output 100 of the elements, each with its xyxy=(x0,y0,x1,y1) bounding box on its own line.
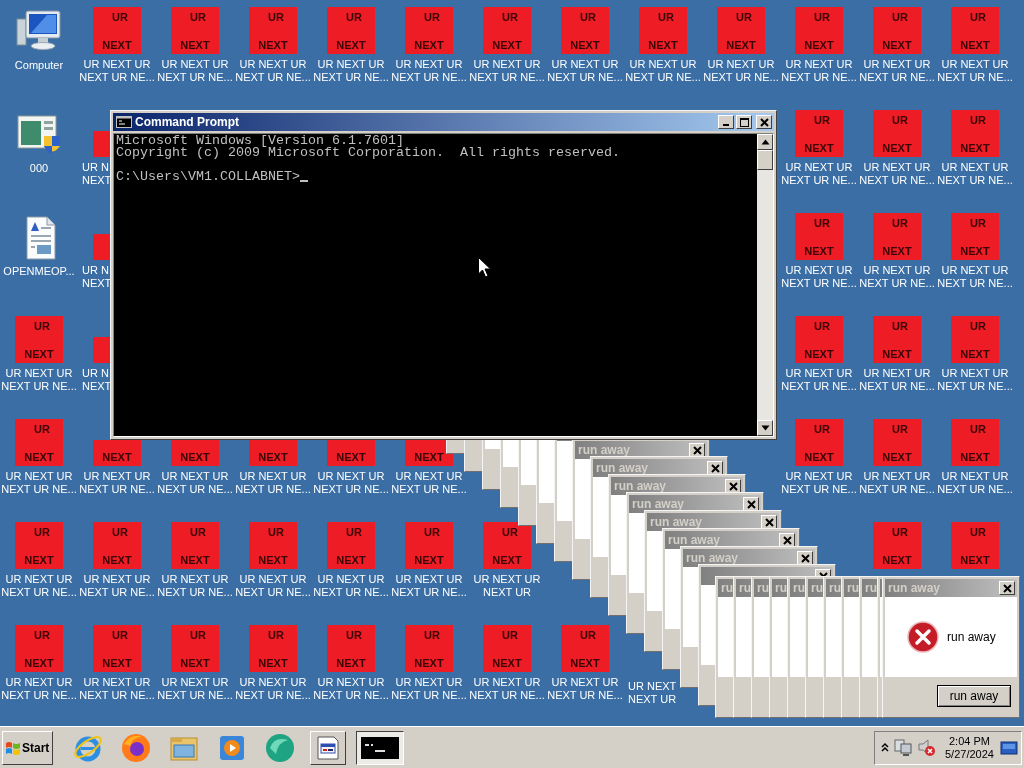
app-tile[interactable]: UR NEXT xyxy=(873,419,921,466)
icon-label[interactable]: UR NEXT UR NEXT UR NE... xyxy=(859,264,935,290)
app-tile[interactable]: UR NEXT xyxy=(639,7,687,54)
app-tile[interactable]: UR NEXT xyxy=(249,625,297,672)
close-button[interactable] xyxy=(743,497,759,511)
icon-label[interactable]: UR NEXT UR NEXT UR NE... xyxy=(391,58,467,84)
icon-label[interactable]: UR NEXT NEXT UR xyxy=(624,680,677,706)
app-tile[interactable]: UR NEXT xyxy=(171,625,219,672)
speaker-muted-icon[interactable] xyxy=(917,738,936,757)
icon-label[interactable]: UR NEXT UR NEXT UR NE... xyxy=(937,367,1013,393)
icon-label[interactable]: UR NEXT UR NEXT UR NE... xyxy=(313,573,389,599)
icon-label[interactable]: UR NEXT UR NEXT UR NE... xyxy=(1,573,77,599)
app-tile[interactable]: UR NEXT xyxy=(327,625,375,672)
icon-label[interactable]: 000 xyxy=(29,162,49,175)
app-tile[interactable]: UR NEXT xyxy=(327,522,375,569)
app-tile[interactable]: NEXT xyxy=(93,440,141,466)
start-button[interactable]: Start xyxy=(2,730,53,765)
app-tile[interactable]: UR NEXT xyxy=(873,110,921,157)
app-tile[interactable]: UR NEXT xyxy=(873,316,921,363)
icon-label[interactable]: UR NEXT UR NEXT UR NE... xyxy=(859,161,935,187)
icon-label[interactable]: UR NEXT UR NEXT UR NE... xyxy=(235,58,311,84)
app-tile[interactable]: UR NEXT xyxy=(717,7,765,54)
app-tile[interactable]: UR NEXT xyxy=(15,316,63,363)
icon-label[interactable]: UR NEXT UR NEXT UR NE... xyxy=(157,58,233,84)
app-tile[interactable]: UR NEXT xyxy=(951,7,999,54)
icon-label[interactable]: UR NEXT UR NEXT UR NE... xyxy=(469,676,545,702)
app-tile[interactable] xyxy=(93,131,110,157)
icon-label[interactable]: UR NEXT UR NEXT UR NE... xyxy=(547,676,623,702)
chevron-icon[interactable] xyxy=(881,742,889,753)
app-tile[interactable]: UR NEXT xyxy=(951,110,999,157)
app-tile[interactable]: UR NEXT xyxy=(93,625,141,672)
close-button[interactable] xyxy=(761,515,777,529)
icon-label[interactable]: UR NEXT UR NEXT UR NE... xyxy=(1,367,77,393)
app-tile[interactable]: NEXT xyxy=(327,440,375,466)
app-tile[interactable]: UR NEXT xyxy=(327,7,375,54)
app-tile[interactable] xyxy=(93,234,110,260)
app-tile[interactable]: UR NEXT xyxy=(171,7,219,54)
close-button[interactable] xyxy=(689,443,705,457)
icon-label[interactable]: UR NEXT UR NEXT UR NE... xyxy=(781,161,857,187)
icon-label[interactable]: UR NEXT UR NEXT UR NE... xyxy=(937,470,1013,496)
app-tile[interactable]: UR NEXT xyxy=(405,625,453,672)
dialog-button[interactable]: run away xyxy=(937,685,1011,707)
close-button[interactable] xyxy=(725,479,741,493)
scroll-up-button[interactable] xyxy=(757,134,773,150)
app-tile[interactable]: UR NEXT xyxy=(873,522,921,569)
app-tile[interactable]: UR NEXT xyxy=(93,7,141,54)
app-tile[interactable] xyxy=(93,337,110,363)
app-tile[interactable]: UR NEXT xyxy=(795,419,843,466)
icon-label[interactable]: UR NEXT UR NEXT UR NE... xyxy=(235,470,311,496)
icon-label[interactable]: UR NEXT UR NEXT UR NE... xyxy=(937,58,1013,84)
close-button[interactable] xyxy=(756,115,772,129)
scrollbar[interactable] xyxy=(757,134,773,436)
app-tile[interactable]: UR NEXT xyxy=(951,419,999,466)
app-tile[interactable]: UR NEXT xyxy=(873,213,921,260)
app-tile[interactable]: UR NEXT xyxy=(795,213,843,260)
icon-label[interactable]: UR N NEXT xyxy=(78,161,112,187)
icon-label[interactable]: UR NEXT UR NEXT UR NE... xyxy=(79,676,155,702)
app-tile[interactable]: UR NEXT xyxy=(795,7,843,54)
app-tile[interactable]: UR NEXT xyxy=(171,522,219,569)
icon-label[interactable]: UR NEXT UR NEXT UR NE... xyxy=(1,470,77,496)
app-tile[interactable]: UR NEXT xyxy=(249,7,297,54)
icon-label[interactable]: UR NEXT UR NEXT UR NE... xyxy=(391,470,467,496)
app-tile[interactable]: UR NEXT xyxy=(15,625,63,672)
icon-label[interactable]: UR NEXT UR NEXT UR xyxy=(473,573,541,599)
fox-globe-icon[interactable] xyxy=(120,731,152,764)
scroll-thumb[interactable] xyxy=(757,150,773,170)
clock-time[interactable]: 2:04 PM xyxy=(949,734,990,748)
app-tile[interactable]: UR NEXT xyxy=(561,625,609,672)
icon-label[interactable]: UR NEXT UR NEXT UR NE... xyxy=(859,367,935,393)
app-tile[interactable]: UR NEXT xyxy=(483,7,531,54)
icon-label[interactable]: UR NEXT UR NEXT UR NE... xyxy=(781,264,857,290)
clock-date[interactable]: 5/27/2024 xyxy=(945,747,994,761)
close-button[interactable] xyxy=(707,461,723,475)
close-button[interactable] xyxy=(999,581,1015,595)
app-tile[interactable]: NEXT xyxy=(405,440,453,466)
icon-label[interactable]: UR NEXT UR NEXT UR NE... xyxy=(313,470,389,496)
app-tile[interactable]: UR NEXT xyxy=(951,316,999,363)
icon-label[interactable]: UR NEXT UR NEXT UR NE... xyxy=(625,58,701,84)
icon-label[interactable]: UR NEXT UR NEXT UR NE... xyxy=(157,573,233,599)
icon-label[interactable]: UR N NEXT xyxy=(78,264,112,290)
show-desktop-icon[interactable] xyxy=(1000,739,1018,756)
icon-label[interactable]: Computer xyxy=(14,59,64,72)
taskbar-button[interactable] xyxy=(356,730,404,765)
icon-label[interactable]: UR NEXT UR NEXT UR NE... xyxy=(235,676,311,702)
icon-label[interactable]: UR NEXT UR NEXT UR NE... xyxy=(157,676,233,702)
icon-label[interactable]: UR NEXT UR NEXT UR NE... xyxy=(781,367,857,393)
icon-label[interactable]: UR NEXT UR NEXT UR NE... xyxy=(781,470,857,496)
icon-label[interactable]: UR NEXT UR NEXT UR NE... xyxy=(391,676,467,702)
app-tile[interactable]: UR NEXT xyxy=(249,522,297,569)
icon-label[interactable]: UR NEXT UR NEXT UR NE... xyxy=(937,161,1013,187)
network-icon[interactable] xyxy=(894,738,912,757)
app-tile[interactable]: NEXT xyxy=(249,440,297,466)
icon-label[interactable]: UR NEXT UR NEXT UR NE... xyxy=(313,676,389,702)
close-button[interactable] xyxy=(797,551,813,565)
app-tile[interactable]: UR NEXT xyxy=(561,7,609,54)
scroll-down-button[interactable] xyxy=(757,420,773,436)
icon-label[interactable]: UR NEXT UR NEXT UR NE... xyxy=(859,470,935,496)
icon-label[interactable]: UR NEXT UR NEXT UR NE... xyxy=(79,470,155,496)
maximize-button[interactable] xyxy=(736,115,752,129)
app-tile[interactable]: UR NEXT xyxy=(405,522,453,569)
